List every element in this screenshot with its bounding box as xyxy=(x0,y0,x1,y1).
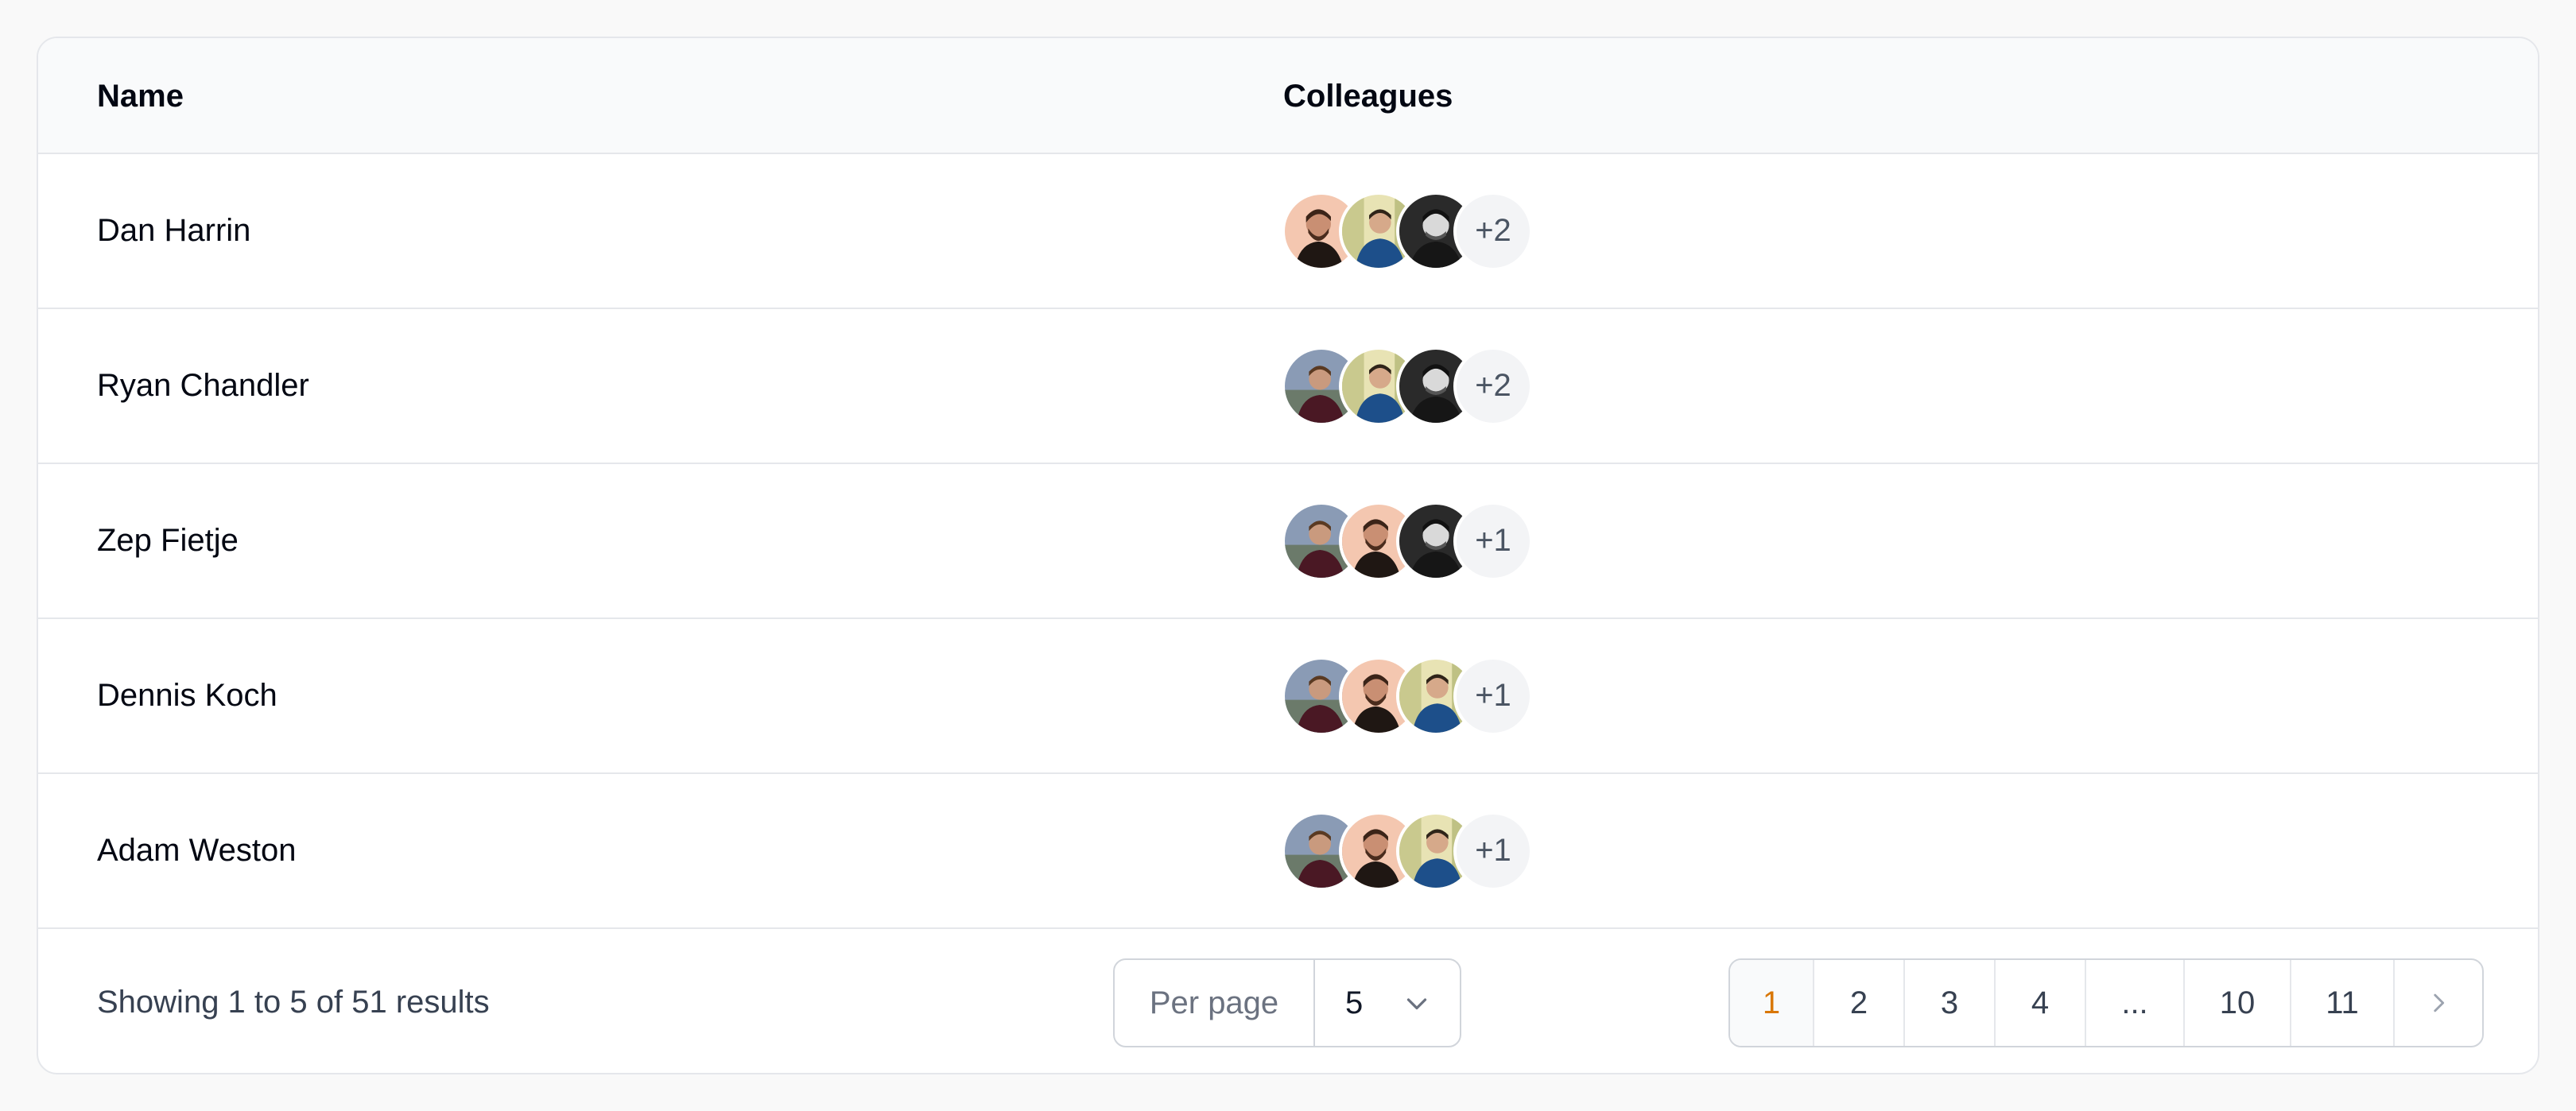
table-footer: Showing 1 to 5 of 51 results Per page 5 … xyxy=(38,931,2538,1073)
per-page-control: Per page 5 xyxy=(1113,958,1461,1047)
page-button[interactable]: 1 xyxy=(1730,960,1814,1046)
table-row: Ryan Chandler +2 xyxy=(38,309,2538,464)
colleagues-avatar-stack: +1 xyxy=(1282,464,1533,617)
more-colleagues-badge: +1 xyxy=(1453,811,1533,891)
per-page-select[interactable]: 5 xyxy=(1315,960,1460,1046)
table-header: Name Colleagues xyxy=(38,38,2538,154)
colleagues-avatar-stack: +2 xyxy=(1282,309,1533,463)
table-row: Zep Fietje +1 xyxy=(38,464,2538,619)
more-colleagues-badge: +1 xyxy=(1453,501,1533,581)
name-cell: Dennis Koch xyxy=(97,678,277,713)
results-summary: Showing 1 to 5 of 51 results xyxy=(97,984,490,1020)
pagination-ellipsis: ... xyxy=(2086,960,2185,1046)
more-colleagues-badge: +2 xyxy=(1453,191,1533,271)
name-cell: Zep Fietje xyxy=(97,523,239,558)
page-button[interactable]: 2 xyxy=(1814,960,1905,1046)
more-colleagues-badge: +1 xyxy=(1453,656,1533,736)
name-cell: Adam Weston xyxy=(97,833,297,868)
more-colleagues-badge: +2 xyxy=(1453,346,1533,426)
per-page-value: 5 xyxy=(1345,985,1364,1020)
colleagues-avatar-stack: +1 xyxy=(1282,619,1533,772)
table-row: Dan Harrin +2 xyxy=(38,154,2538,309)
name-cell: Dan Harrin xyxy=(97,213,251,248)
table-card: Name Colleagues Dan Harrin +2 Ryan Chandle… xyxy=(37,37,2539,1074)
colleagues-avatar-stack: +1 xyxy=(1282,774,1533,927)
colleagues-avatar-stack: +2 xyxy=(1282,154,1533,308)
page-button[interactable]: 11 xyxy=(2291,960,2395,1046)
page-button[interactable]: 3 xyxy=(1905,960,1996,1046)
page-button[interactable]: 10 xyxy=(2185,960,2291,1046)
pagination: 1 2 3 4... 10 11 xyxy=(1728,958,2484,1047)
per-page-label: Per page xyxy=(1115,960,1315,1046)
column-header-name[interactable]: Name xyxy=(97,38,184,154)
column-header-colleagues[interactable]: Colleagues xyxy=(1283,38,1453,154)
table-row: Adam Weston +1 xyxy=(38,774,2538,929)
chevron-right-icon xyxy=(2434,993,2445,1012)
page-button[interactable]: 4 xyxy=(1996,960,2086,1046)
next-page-button[interactable] xyxy=(2395,960,2482,1046)
table-row: Dennis Koch +1 xyxy=(38,619,2538,774)
chevron-down-icon xyxy=(1406,998,1427,1010)
table-body: Dan Harrin +2 Ryan Chandler +2 Zep Fietje +1 D… xyxy=(38,154,2538,929)
name-cell: Ryan Chandler xyxy=(97,368,309,403)
